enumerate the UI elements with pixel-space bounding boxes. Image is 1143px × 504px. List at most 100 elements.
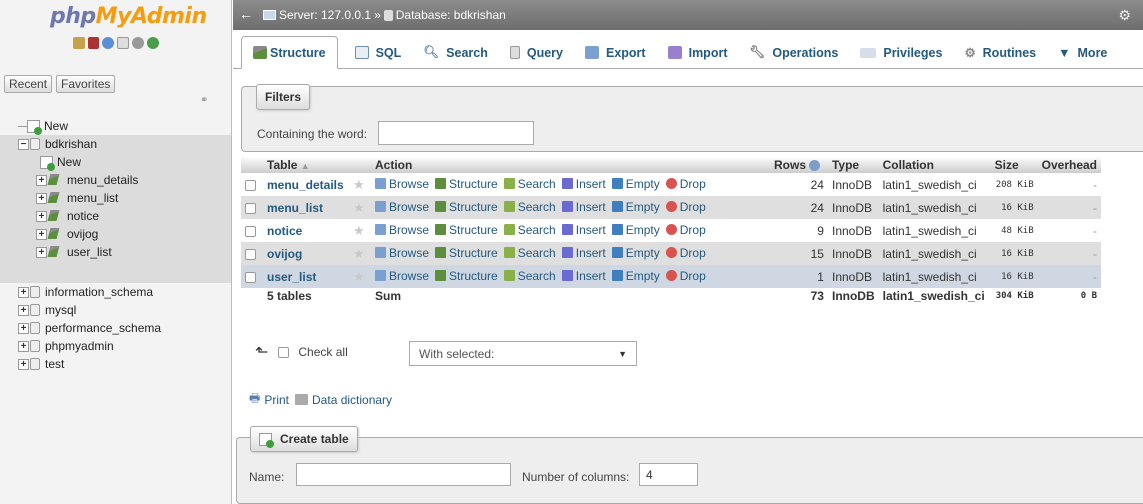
table-name-link[interactable]: notice	[267, 224, 302, 238]
tab-operations[interactable]: 🔧︎ Operations	[738, 36, 849, 69]
expand-icon[interactable]: +	[36, 246, 47, 258]
gear-icon[interactable]: ⚙	[1118, 7, 1131, 24]
favorites-tab[interactable]: Favorites	[56, 75, 116, 93]
table-name-input[interactable]	[296, 463, 511, 486]
logout-icon[interactable]	[88, 37, 99, 49]
data-dictionary-link[interactable]: Data dictionary	[312, 393, 392, 407]
docs-icon[interactable]	[117, 37, 129, 49]
favorite-star-icon[interactable]: ★	[353, 223, 365, 238]
nav-table-item[interactable]: + notice	[0, 207, 231, 225]
drop-link[interactable]: Drop	[665, 223, 706, 237]
filter-input[interactable]	[378, 121, 534, 145]
drop-link[interactable]: Drop	[665, 246, 706, 260]
expand-icon[interactable]: +	[36, 228, 47, 240]
empty-link[interactable]: Empty	[611, 269, 660, 283]
collapse-nav-arrow-icon[interactable]: ←	[239, 6, 253, 22]
search-link[interactable]: Search	[503, 269, 556, 283]
db-new-table[interactable]: New	[0, 153, 231, 171]
home-icon[interactable]	[73, 37, 85, 49]
drop-link[interactable]: Drop	[665, 177, 706, 191]
structure-link[interactable]: Structure	[435, 269, 498, 283]
tab-search[interactable]: 🔍︎ Search	[412, 36, 499, 69]
with-selected-select[interactable]: With selected: ▼	[409, 341, 637, 366]
db-item[interactable]: + performance_schema	[18, 319, 161, 337]
table-name-link[interactable]: menu_details	[267, 178, 344, 192]
insert-link[interactable]: Insert	[561, 177, 606, 191]
table-name-link[interactable]: user_list	[267, 270, 316, 284]
insert-link[interactable]: Insert	[561, 200, 606, 214]
db-item[interactable]: + test	[18, 355, 161, 373]
tab-routines[interactable]: ⚙ Routines	[953, 36, 1047, 69]
tab-export[interactable]: Export	[574, 36, 657, 69]
expand-icon[interactable]: +	[18, 340, 29, 352]
db-item[interactable]: + information_schema	[18, 283, 161, 301]
browse-link[interactable]: Browse	[375, 269, 429, 283]
breadcrumb-server[interactable]: Server: 127.0.0.1	[279, 8, 371, 22]
tab-query[interactable]: Query	[499, 36, 574, 69]
tab-import[interactable]: Import	[657, 36, 739, 69]
expand-icon[interactable]: +	[36, 174, 47, 186]
nav-table-item[interactable]: + menu_list	[0, 189, 231, 207]
browse-link[interactable]: Browse	[375, 246, 429, 260]
insert-link[interactable]: Insert	[561, 223, 606, 237]
nav-table-item[interactable]: + user_list	[0, 243, 231, 261]
favorite-star-icon[interactable]: ★	[353, 177, 365, 192]
recent-tab[interactable]: Recent	[4, 75, 53, 93]
structure-link[interactable]: Structure	[435, 246, 498, 260]
num-columns-input[interactable]: 4	[639, 463, 698, 486]
favorite-star-icon[interactable]: ★	[353, 200, 365, 215]
row-checkbox[interactable]	[245, 202, 256, 214]
drop-link[interactable]: Drop	[665, 269, 706, 283]
db-item[interactable]: + mysql	[18, 301, 161, 319]
empty-link[interactable]: Empty	[611, 246, 660, 260]
expand-icon[interactable]: +	[18, 286, 29, 298]
print-link[interactable]: Print	[264, 393, 289, 407]
collapse-icon[interactable]: −	[18, 138, 29, 150]
nav-table-item[interactable]: + menu_details	[0, 171, 231, 189]
search-link[interactable]: Search	[503, 223, 556, 237]
empty-link[interactable]: Empty	[611, 177, 660, 191]
nav-new-db[interactable]: New	[18, 117, 68, 135]
drop-link[interactable]: Drop	[665, 200, 706, 214]
row-checkbox[interactable]	[245, 271, 256, 283]
browse-link[interactable]: Browse	[375, 200, 429, 214]
browse-link[interactable]: Browse	[375, 223, 429, 237]
expand-icon[interactable]: +	[18, 358, 29, 370]
check-all-label[interactable]: Check all	[298, 345, 347, 359]
structure-link[interactable]: Structure	[435, 223, 498, 237]
search-link[interactable]: Search	[503, 246, 556, 260]
search-link[interactable]: Search	[503, 200, 556, 214]
search-link[interactable]: Search	[503, 177, 556, 191]
reload-icon[interactable]	[147, 37, 159, 49]
row-checkbox[interactable]	[245, 225, 256, 237]
insert-link[interactable]: Insert	[561, 246, 606, 260]
tab-structure[interactable]: Structure	[241, 36, 338, 69]
empty-link[interactable]: Empty	[611, 200, 660, 214]
favorite-star-icon[interactable]: ★	[353, 269, 365, 284]
table-name-link[interactable]: ovijog	[267, 247, 302, 261]
browse-link[interactable]: Browse	[375, 177, 429, 191]
tab-privileges[interactable]: Privileges	[849, 36, 953, 69]
row-checkbox[interactable]	[245, 248, 256, 260]
expand-icon[interactable]: +	[18, 304, 29, 316]
insert-link[interactable]: Insert	[561, 269, 606, 283]
col-table[interactable]: Table ▲	[263, 156, 349, 173]
empty-link[interactable]: Empty	[611, 223, 660, 237]
structure-link[interactable]: Structure	[435, 200, 498, 214]
breadcrumb-database[interactable]: Database: bdkrishan	[396, 8, 506, 22]
settings-icon[interactable]	[132, 37, 144, 49]
favorite-star-icon[interactable]: ★	[353, 246, 365, 261]
check-all-checkbox[interactable]	[278, 346, 290, 358]
structure-link[interactable]: Structure	[435, 177, 498, 191]
db-item[interactable]: + phpmyadmin	[18, 337, 161, 355]
help-icon[interactable]	[809, 159, 821, 171]
tab-sql[interactable]: SQL	[344, 36, 413, 69]
table-name-link[interactable]: menu_list	[267, 201, 323, 215]
link-icon[interactable]: ⚭	[200, 95, 208, 106]
phpmyadmin-logo[interactable]: phpMyAdmin	[50, 4, 207, 29]
expand-icon[interactable]: +	[18, 322, 29, 334]
row-checkbox[interactable]	[245, 179, 256, 191]
help-icon[interactable]	[102, 37, 114, 49]
expand-icon[interactable]: +	[36, 192, 47, 204]
expand-icon[interactable]: +	[36, 210, 47, 222]
